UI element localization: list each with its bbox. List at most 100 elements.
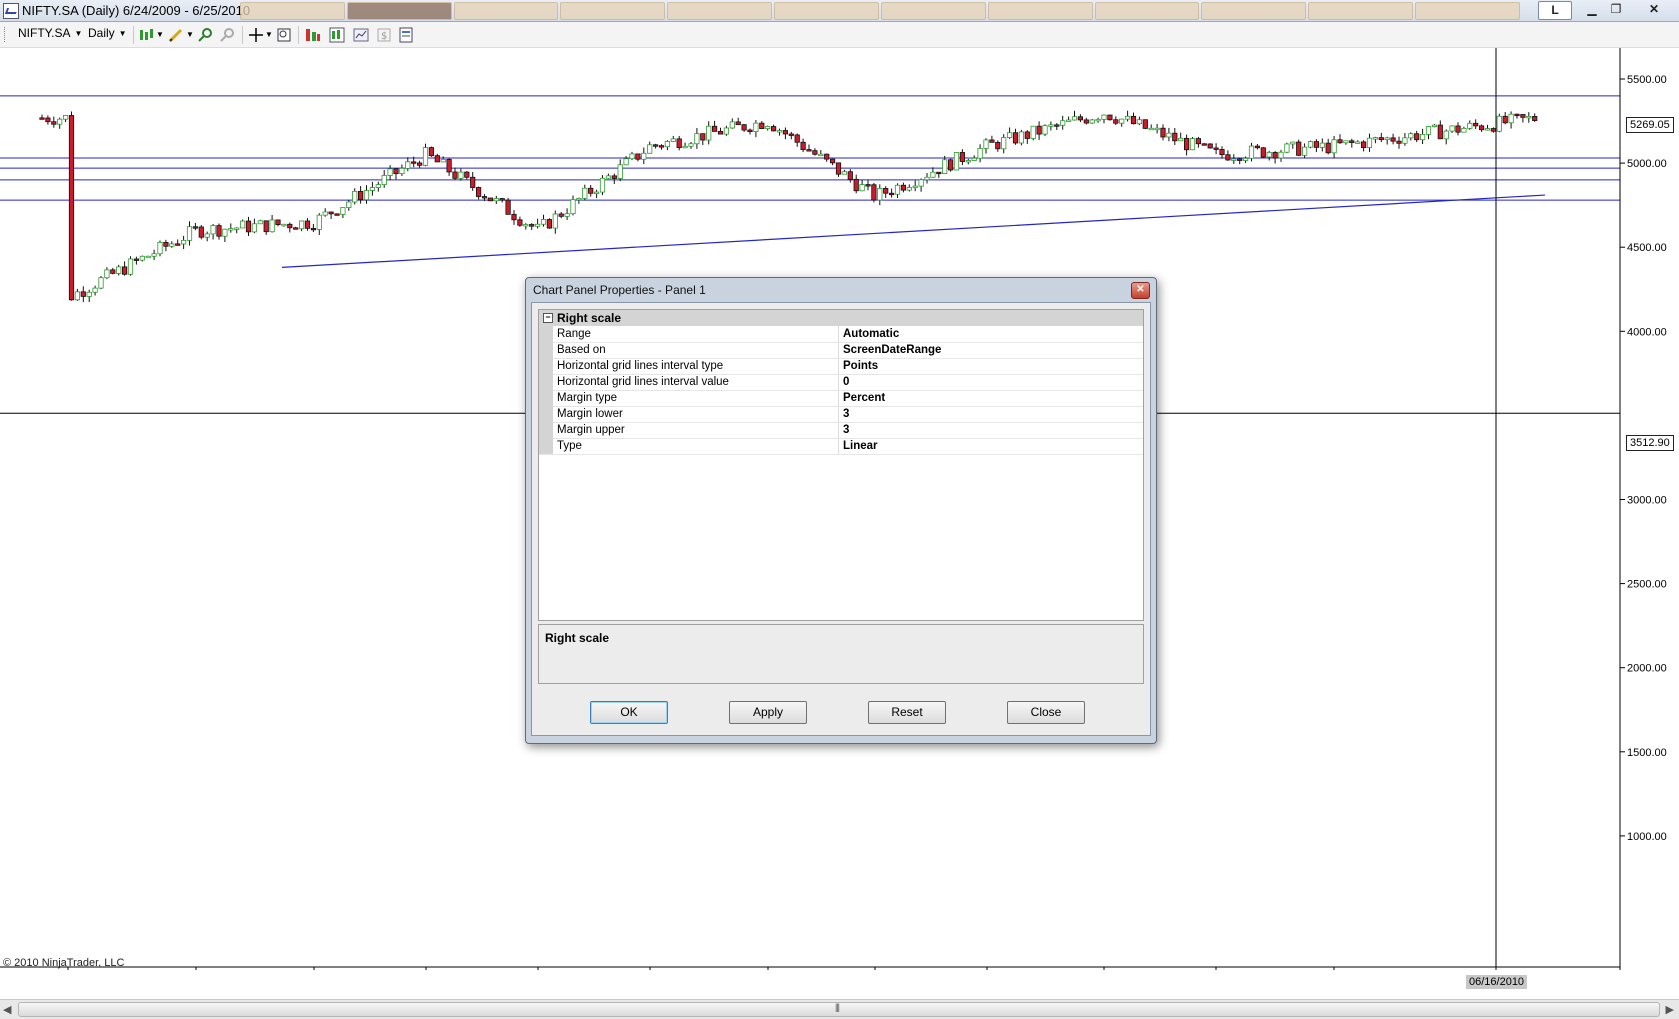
- dollar-icon[interactable]: $: [376, 27, 392, 43]
- candle-body: [1361, 141, 1367, 149]
- candle-body: [965, 160, 971, 163]
- chevron-down-icon[interactable]: ▼: [265, 30, 273, 39]
- property-value[interactable]: Percent: [843, 390, 885, 406]
- taskbar-tab[interactable]: [774, 2, 879, 20]
- candle-body: [145, 255, 151, 259]
- reset-button[interactable]: Reset: [868, 701, 946, 724]
- candle-body: [658, 145, 665, 148]
- property-row[interactable]: Range Automatic: [539, 326, 1143, 343]
- candle-body: [741, 124, 747, 131]
- chart-panel-properties-dialog[interactable]: Chart Panel Properties - Panel 1 ✕ − Rig…: [525, 277, 1157, 744]
- interval-label: Daily: [88, 26, 115, 40]
- property-row[interactable]: Type Linear: [539, 438, 1143, 455]
- scroll-right-icon[interactable]: ▶: [1666, 1003, 1674, 1016]
- ok-button[interactable]: OK: [590, 701, 668, 724]
- chevron-down-icon[interactable]: ▼: [186, 30, 194, 39]
- candle-body: [812, 150, 818, 155]
- price-tick-label: 4500.00: [1627, 242, 1667, 254]
- property-value[interactable]: Linear: [843, 438, 878, 454]
- candle-body: [452, 171, 458, 179]
- candle-body: [1095, 118, 1101, 122]
- toolbar-grip[interactable]: [4, 27, 7, 42]
- close-button[interactable]: Close: [1007, 701, 1085, 724]
- chevron-down-icon[interactable]: ▼: [156, 30, 164, 39]
- property-category[interactable]: − Right scale: [539, 310, 1143, 326]
- properties-icon[interactable]: [398, 27, 414, 43]
- candle-body: [818, 153, 824, 157]
- indicators-icon[interactable]: [305, 27, 321, 43]
- property-row[interactable]: Margin upper 3: [539, 422, 1143, 439]
- zoom-in-icon[interactable]: [197, 27, 213, 43]
- layout-button[interactable]: L: [1538, 1, 1572, 20]
- taskbar-tab[interactable]: [667, 2, 773, 20]
- row-gutter: [539, 406, 553, 422]
- window-title: NIFTY.SA (Daily) 6/24/2009 - 6/25/2010: [22, 3, 251, 18]
- property-name: Type: [557, 440, 582, 452]
- candle-body: [1431, 124, 1437, 128]
- taskbar-tab[interactable]: [346, 2, 452, 20]
- candle-body: [1248, 145, 1255, 159]
- candle-body: [753, 122, 759, 133]
- candle-body: [1042, 125, 1048, 135]
- candle-body: [865, 184, 871, 187]
- candle-body: [841, 171, 848, 175]
- property-value[interactable]: Automatic: [843, 326, 899, 342]
- instrument-selector[interactable]: NIFTY.SA ▼: [18, 26, 82, 40]
- strategies-icon[interactable]: [329, 27, 345, 43]
- property-row[interactable]: Based on ScreenDateRange: [539, 342, 1143, 359]
- candle-body: [287, 223, 293, 229]
- data-box-icon[interactable]: [276, 27, 292, 43]
- zoom-out-icon[interactable]: [219, 27, 235, 43]
- property-value[interactable]: 3: [843, 422, 849, 438]
- candle-body: [1290, 141, 1296, 145]
- pencil-drawing-icon[interactable]: [168, 27, 184, 43]
- taskbar-tab[interactable]: [453, 2, 559, 20]
- candle-body: [122, 266, 128, 275]
- candle-body: [664, 141, 671, 148]
- crosshair-icon[interactable]: [248, 27, 264, 43]
- candle-body: [1172, 132, 1178, 142]
- property-value[interactable]: 0: [843, 374, 849, 390]
- candle-body: [1372, 137, 1378, 140]
- chart-style-icon[interactable]: [138, 27, 154, 43]
- property-value[interactable]: Points: [843, 358, 878, 374]
- taskbar-tab[interactable]: [1094, 2, 1200, 20]
- property-value[interactable]: ScreenDateRange: [843, 342, 941, 358]
- chevron-down-icon: ▼: [118, 29, 127, 39]
- crosshair-date-marker: 06/16/2010: [1466, 975, 1528, 989]
- candle-body: [416, 162, 423, 166]
- restore-icon[interactable]: ❐: [1604, 1, 1628, 18]
- property-row[interactable]: Margin type Percent: [539, 390, 1143, 407]
- candle-body: [1479, 125, 1485, 131]
- taskbar-tab[interactable]: [987, 2, 1093, 20]
- property-row[interactable]: Horizontal grid lines interval value 0: [539, 374, 1143, 391]
- taskbar-tab[interactable]: [1415, 2, 1520, 20]
- taskbar-tab[interactable]: [560, 2, 666, 20]
- property-value[interactable]: 3: [843, 406, 849, 422]
- candle-body: [942, 159, 948, 174]
- candle-body: [1302, 146, 1308, 156]
- property-row[interactable]: Margin lower 3: [539, 406, 1143, 423]
- row-gutter: [539, 374, 553, 390]
- dialog-close-icon[interactable]: ✕: [1131, 282, 1150, 299]
- chart-panel-icon[interactable]: [353, 27, 369, 43]
- taskbar-tab[interactable]: [240, 2, 345, 20]
- candle-body: [1166, 132, 1172, 138]
- horizontal-scrollbar[interactable]: ◀ ||| ▶: [0, 999, 1679, 1019]
- dialog-title: Chart Panel Properties - Panel 1: [533, 283, 706, 297]
- interval-selector[interactable]: Daily ▼: [88, 26, 127, 40]
- candle-body: [281, 223, 287, 227]
- property-row[interactable]: Horizontal grid lines interval type Poin…: [539, 358, 1143, 375]
- candle-body: [877, 188, 883, 201]
- apply-button[interactable]: Apply: [729, 701, 807, 724]
- taskbar-tab[interactable]: [880, 2, 986, 20]
- scroll-left-icon[interactable]: ◀: [3, 1003, 11, 1016]
- candle-body: [700, 133, 706, 141]
- close-icon[interactable]: ✕: [1640, 1, 1668, 18]
- candle-body: [186, 226, 193, 241]
- collapse-icon[interactable]: −: [543, 313, 553, 323]
- property-grid[interactable]: − Right scale Range Automatic Based on S…: [538, 309, 1144, 621]
- taskbar-tab[interactable]: [1201, 2, 1307, 20]
- taskbar-tab[interactable]: [1308, 2, 1414, 20]
- minimize-icon[interactable]: ▁: [1580, 1, 1604, 18]
